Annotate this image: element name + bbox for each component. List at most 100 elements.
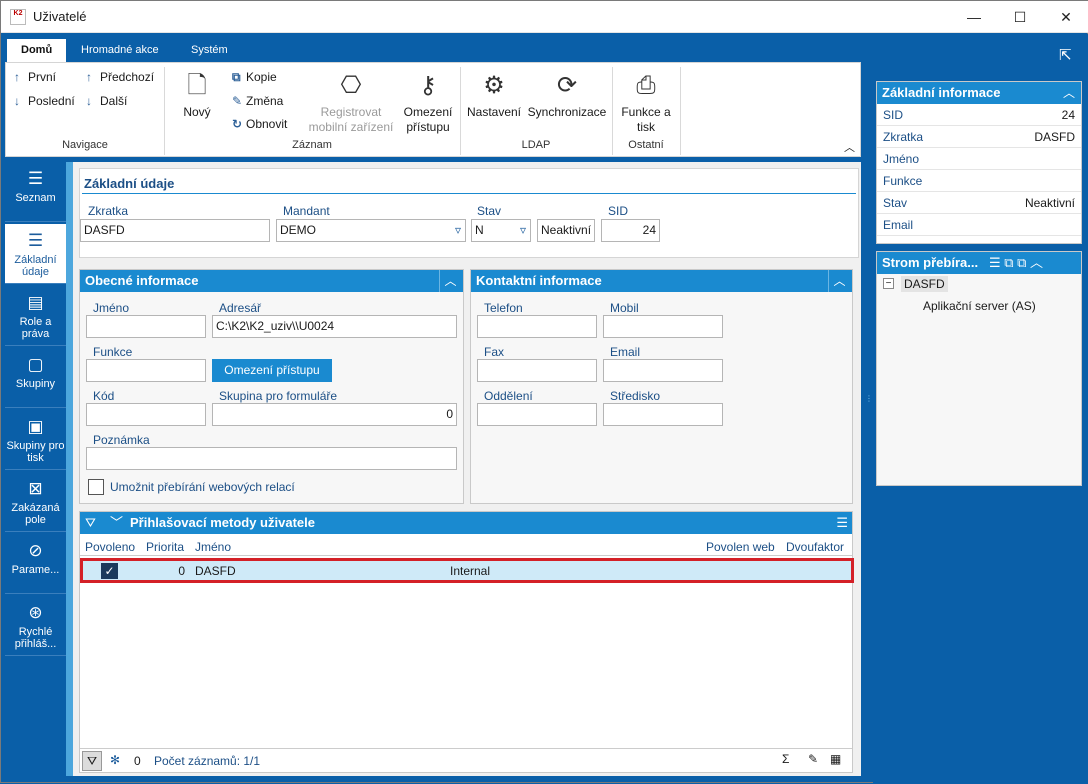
sync-button[interactable]: ⟳ Synchronizace <box>526 71 608 120</box>
nav-zakladni-udaje[interactable]: ☰ Základní údaje <box>5 224 66 284</box>
filter-icon[interactable]: ⛛ <box>85 512 96 534</box>
popout-icon[interactable]: ⇱ <box>1059 46 1072 64</box>
funkce-label: Funkce <box>93 345 133 359</box>
mobile-network-icon: ⎔ <box>340 72 362 99</box>
login-methods-title: Přihlašovací metody uživatele <box>130 515 315 530</box>
tree-root[interactable]: DASFD <box>901 276 948 292</box>
skupina-label: Skupina pro formuláře <box>219 389 338 403</box>
last-button[interactable]: ↓ Poslední <box>14 94 75 108</box>
mandant-select[interactable]: DEMO ▿ <box>276 219 466 242</box>
kod-field[interactable] <box>86 403 206 426</box>
next-button[interactable]: ↓ Další <box>86 94 127 108</box>
functions-print-button[interactable]: ⎙ Funkce a tisk <box>616 71 676 135</box>
tab-system[interactable]: Systém <box>177 39 242 62</box>
stredisko-label: Středisko <box>610 389 661 403</box>
stredisko-field[interactable] <box>603 403 723 426</box>
copy-button[interactable]: ⧉ Kopie <box>232 70 277 85</box>
change-button[interactable]: ✎ Změna <box>232 94 283 108</box>
web-sessions-checkbox[interactable] <box>88 479 104 495</box>
panel-title: Kontaktní informace <box>471 270 852 292</box>
email-label: Email <box>610 345 641 359</box>
tree-expand-icon[interactable]: − <box>883 278 894 289</box>
grid-footer: ⛛ ✻ 0 Počet záznamů: 1/1 Σ ✎ ▦ <box>80 748 852 772</box>
compass-icon: ⊘ <box>28 541 43 560</box>
mobil-label: Mobil <box>610 301 639 315</box>
menu-icon[interactable]: ☰ <box>836 512 848 534</box>
export-icon[interactable]: ▦ <box>830 752 841 766</box>
tree-child[interactable]: Aplikační server (AS) <box>923 299 1036 313</box>
snow-count: 0 <box>134 754 141 768</box>
close-button[interactable]: ✕ <box>1043 1 1088 33</box>
first-button[interactable]: ↑ První <box>14 70 56 84</box>
register-mobile-button[interactable]: ⎔ Registrovat mobilní zařízení <box>306 71 396 135</box>
nav-skupiny-pro-tisk[interactable]: ▣ Skupiny pro tisk <box>5 410 66 470</box>
adresar-field[interactable]: C:\K2\K2_uziv\\U0024 <box>212 315 457 338</box>
collapse-icon[interactable]: ︿ <box>828 270 850 292</box>
jmeno-label: Jméno <box>93 301 130 315</box>
restrict-access-button[interactable]: ⚷ Omezení přístupu <box>398 71 458 135</box>
refresh-icon: ↻ <box>232 117 243 131</box>
nav-parametry[interactable]: ⊘ Parame... <box>5 534 66 594</box>
arrow-down-icon: ↓ <box>86 94 92 108</box>
title-bar: K2 Uživatelé — ☐ ✕ <box>1 1 1088 33</box>
previous-button[interactable]: ↑ Předchozí <box>86 70 154 84</box>
info-row: Jméno <box>877 148 1081 170</box>
tree-toolbar-icons[interactable]: ☰ ⧉ ⧉ ︿ <box>989 252 1043 274</box>
collapse-icon[interactable]: ︿ <box>439 270 461 292</box>
refresh-button[interactable]: ↻ Obnovit <box>232 117 287 131</box>
poznamka-label: Poznámka <box>93 433 150 447</box>
ribbon-tabs: Domů Hromadné akce Systém <box>1 34 861 62</box>
restrict-access-button-form[interactable]: Omezení přístupu <box>212 359 332 382</box>
group-label-ostatni: Ostatní <box>628 139 664 151</box>
tab-hromadne-akce[interactable]: Hromadné akce <box>67 39 173 62</box>
enabled-checkbox[interactable]: ✓ <box>101 563 118 579</box>
funkce-field[interactable] <box>86 359 206 382</box>
collapse-ribbon-icon[interactable]: ︿ <box>844 139 855 155</box>
pencil-icon: ✎ <box>232 94 243 108</box>
tab-domu[interactable]: Domů <box>7 39 67 62</box>
nav-seznam[interactable]: ☰ Seznam <box>5 162 66 222</box>
nav-rychle-prihlaseni[interactable]: ⊛ Rychlé přihláš... <box>5 596 66 656</box>
col-povoleno[interactable]: Povoleno <box>85 540 135 554</box>
minimize-button[interactable]: — <box>951 1 997 33</box>
info-row: SID 24 <box>877 104 1081 126</box>
jmeno-field[interactable] <box>86 315 206 338</box>
roles-icon: ▤ <box>27 293 44 312</box>
collapse-icon[interactable]: ︿ <box>1059 82 1079 104</box>
user-key-icon: ⚷ <box>419 72 437 99</box>
list-icon: ☰ <box>27 231 44 250</box>
priority-cell: 0 <box>178 564 185 578</box>
stav-select[interactable]: N ▿ <box>471 219 531 242</box>
oddeleni-field[interactable] <box>477 403 597 426</box>
filter-icon[interactable]: ⛛ <box>82 751 102 771</box>
table-row[interactable]: ✓ 0 DASFD Internal <box>80 558 854 583</box>
col-povolen-web[interactable]: Povolen web <box>706 540 775 554</box>
fax-label: Fax <box>484 345 505 359</box>
settings-button[interactable]: ⚙ Nastavení <box>464 71 524 120</box>
skupina-field[interactable]: 0 <box>212 403 457 426</box>
nav-zakazana-pole[interactable]: ⊠ Zakázaná pole <box>5 472 66 532</box>
telefon-field[interactable] <box>477 315 597 338</box>
fax-field[interactable] <box>477 359 597 382</box>
sid-field[interactable]: 24 <box>601 219 660 242</box>
panel-title: Obecné informace <box>80 270 463 292</box>
sync-icon: ⟳ <box>556 72 578 99</box>
maximize-button[interactable]: ☐ <box>997 1 1043 33</box>
nav-role-a-prava[interactable]: ▤ Role a práva <box>5 286 66 346</box>
mobil-field[interactable] <box>603 315 723 338</box>
col-jmeno[interactable]: Jméno <box>195 540 231 554</box>
col-dvoufaktor[interactable]: Dvoufaktor <box>786 540 844 554</box>
snowflake-icon[interactable]: ✻ <box>110 753 120 767</box>
sum-icon[interactable]: Σ <box>782 752 789 766</box>
email-field[interactable] <box>603 359 723 382</box>
zkratka-field[interactable]: DASFD <box>80 219 270 242</box>
col-priorita[interactable]: Priorita <box>146 540 184 554</box>
chevron-down-icon[interactable]: ﹀ <box>110 512 123 534</box>
nav-skupiny[interactable]: ▢ Skupiny <box>5 348 66 408</box>
window-title: Uživatelé <box>33 9 87 24</box>
pencil-icon[interactable]: ✎ <box>808 752 818 766</box>
new-button[interactable]: 🗋 Nový <box>176 71 218 120</box>
poznamka-field[interactable] <box>86 447 457 470</box>
splitter-handle[interactable]: ⋮ <box>865 395 873 416</box>
oddeleni-label: Oddělení <box>484 389 533 403</box>
